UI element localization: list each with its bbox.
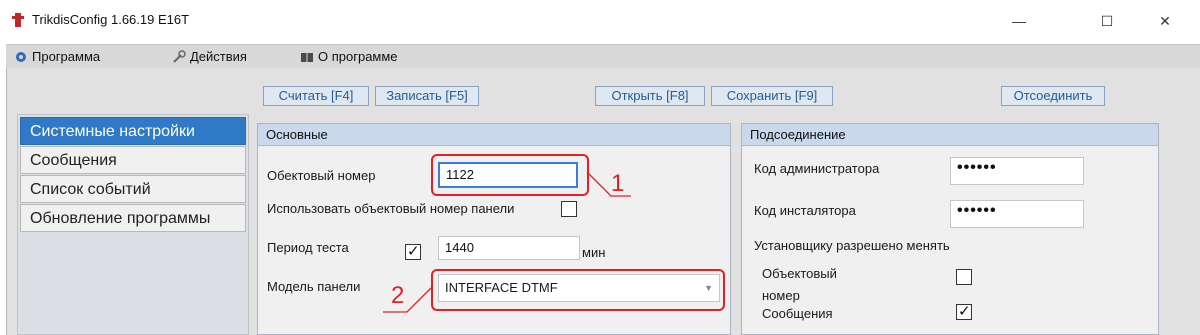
test-period-input[interactable]: 1440 — [438, 236, 580, 260]
installer-code-label: Код инсталятора — [754, 203, 856, 218]
save-button[interactable]: Сохранить [F9] — [711, 86, 833, 106]
sidebar-item-system-settings[interactable]: Системные настройки — [20, 117, 246, 145]
use-panel-number-label: Использовать объектовый номер панели — [267, 201, 515, 216]
callout-number-2: 2 — [391, 282, 405, 309]
basic-panel-header: Основные — [258, 124, 730, 146]
menu-program-label: Программа — [32, 49, 101, 64]
callout-line-2 — [383, 287, 432, 313]
object-number-label: Обектовый номер — [267, 168, 376, 183]
panel-model-label: Модель панели — [267, 279, 361, 294]
read-button[interactable]: Считать [F4] — [263, 86, 369, 106]
write-button[interactable]: Записать [F5] — [375, 86, 479, 106]
sidebar: Системные настройки Сообщения Список соб… — [17, 114, 249, 335]
messages-permission-label: Сообщения — [762, 306, 833, 321]
menu-about[interactable]: О программе — [300, 49, 398, 64]
app-logo-icon — [12, 13, 24, 27]
main-area: Считать [F4] Записать [F5] Открыть [F8] … — [6, 68, 1200, 335]
title-bar: TrikdisConfig 1.66.19 E16T — ☐ ✕ — [0, 0, 1200, 40]
callout-line-1 — [586, 171, 631, 197]
open-button[interactable]: Открыть [F8] — [595, 86, 705, 106]
menu-bar: Программа Действия О программе — [6, 44, 1200, 68]
test-period-checkbox[interactable] — [405, 242, 421, 260]
book-icon — [301, 52, 313, 62]
object-number-permission-label: Объектовый номер — [762, 266, 837, 303]
test-period-unit: мин — [582, 245, 606, 260]
connection-panel: Подсоединение Код администратора •••••• … — [741, 123, 1159, 335]
installer-code-input[interactable]: •••••• — [950, 200, 1084, 228]
disconnect-button[interactable]: Отсоединить — [1001, 86, 1105, 106]
admin-code-input[interactable]: •••••• — [950, 157, 1084, 185]
callout-number-1: 1 — [611, 170, 625, 197]
callout-box-2 — [431, 269, 725, 311]
close-button[interactable]: ✕ — [1142, 8, 1188, 34]
object-number-permission-checkbox[interactable] — [956, 269, 972, 285]
wrench-icon — [173, 49, 186, 63]
use-panel-number-checkbox[interactable] — [561, 201, 577, 217]
window-title: TrikdisConfig 1.66.19 E16T — [32, 12, 190, 27]
sidebar-item-event-list[interactable]: Список событий — [20, 175, 246, 203]
callout-box-1 — [431, 154, 589, 196]
sidebar-item-firmware-update[interactable]: Обновление программы — [20, 204, 246, 232]
menu-about-label: О программе — [318, 49, 398, 64]
gear-icon — [16, 51, 26, 62]
maximize-button[interactable]: ☐ — [1084, 8, 1130, 34]
minimize-button[interactable]: — — [996, 8, 1042, 34]
menu-actions[interactable]: Действия — [172, 49, 247, 64]
menu-actions-label: Действия — [190, 49, 247, 64]
connection-panel-header: Подсоединение — [742, 124, 1158, 146]
test-period-label: Период теста — [267, 240, 349, 255]
installer-allowed-label: Установщику разрешено менять — [754, 238, 950, 253]
admin-code-label: Код администратора — [754, 161, 880, 176]
menu-program[interactable]: Программа — [14, 49, 100, 64]
sidebar-item-messages[interactable]: Сообщения — [20, 146, 246, 174]
messages-permission-checkbox[interactable] — [956, 302, 972, 320]
